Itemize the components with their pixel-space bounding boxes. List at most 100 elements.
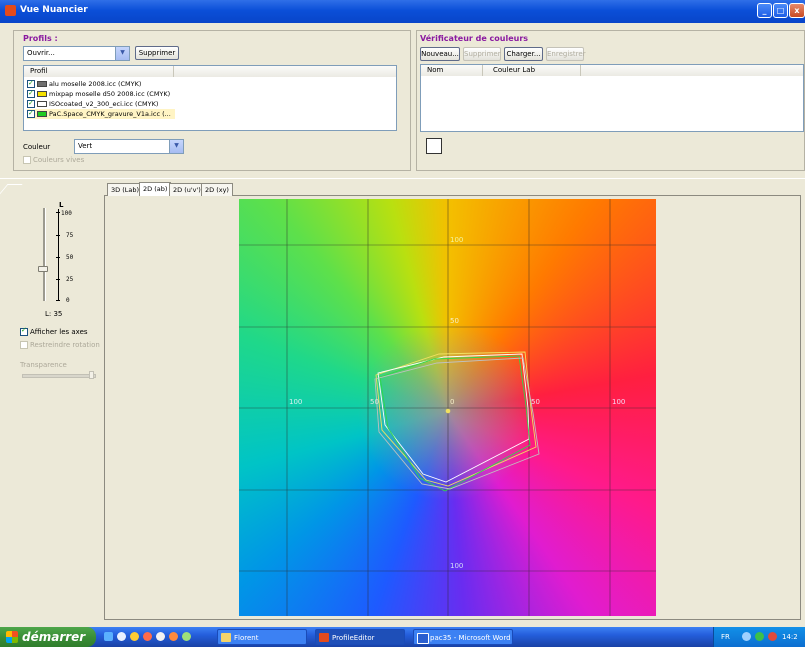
axis-label-right: 100 — [612, 398, 626, 406]
checker-column-filler — [581, 65, 803, 76]
title-bar: Vue Nuancier _ □ x — [0, 0, 805, 23]
plot-overlay — [239, 199, 656, 616]
l-scale-line — [58, 209, 59, 301]
taskbar: démarrer Florent ProfileEditor pac35 - M… — [0, 627, 805, 647]
chevron-down-icon[interactable]: ▼ — [169, 140, 183, 153]
minimize-button[interactable]: _ — [757, 3, 772, 18]
axis-label-top: 100 — [450, 236, 464, 244]
profile-row[interactable]: ISOcoated_v2_300_eci.icc (CMYK) — [27, 98, 158, 109]
profile-checkbox[interactable] — [27, 78, 35, 88]
gamut-outline-green — [379, 355, 531, 492]
color-label: Couleur — [23, 143, 51, 151]
color-combo-value: Vert — [78, 142, 93, 150]
gamut-outline-gray — [374, 357, 540, 490]
word-icon — [417, 633, 429, 644]
profile-row[interactable]: alu moselle 2008.icc (CMYK) — [27, 78, 142, 89]
gamut-outline-white — [377, 353, 530, 483]
l-tick-75: 75 — [66, 232, 74, 239]
quicklaunch-icon[interactable] — [143, 632, 152, 641]
axis-label-center: 0 — [450, 398, 455, 406]
axis-label-bottom: 100 — [450, 562, 464, 570]
chromaticity-plot[interactable]: 100 50 100 50 0 50 100 100 — [239, 199, 656, 616]
task-profileeditor[interactable]: ProfileEditor — [315, 629, 405, 645]
restrict-rotation-option: Restreindre rotation — [20, 341, 100, 349]
l-tick-50: 50 — [66, 254, 74, 261]
profiles-list[interactable]: Profil alu moselle 2008.icc (CMYK) mixpa… — [23, 65, 397, 131]
vivid-colors-option: Couleurs vives — [23, 156, 84, 164]
new-color-button[interactable]: Nouveau... — [420, 47, 460, 61]
color-checker-list[interactable]: Nom Couleur Lab — [420, 64, 804, 132]
l-value-readout: L: 35 — [45, 310, 63, 318]
profile-label: PaC.Space_CMYK_gravure_V1a.icc (... — [49, 110, 171, 118]
window-title: Vue Nuancier — [20, 5, 88, 15]
restrict-rotation-checkbox — [20, 341, 28, 349]
l-slider-track[interactable] — [43, 208, 46, 301]
show-axes-checkbox[interactable] — [20, 326, 28, 336]
gamut-outlines — [374, 351, 540, 492]
delete-profile-button[interactable]: Supprimer — [135, 46, 179, 60]
name-column-header[interactable]: Nom — [421, 65, 483, 76]
task-label: Florent — [234, 634, 259, 642]
save-colors-button: Enregistrer — [546, 47, 586, 61]
maximize-button[interactable]: □ — [773, 3, 788, 18]
axis-label-upper: 50 — [450, 317, 459, 325]
tab-2d-uv[interactable]: 2D (u'v') — [169, 183, 205, 196]
ie-icon[interactable] — [104, 632, 113, 641]
profile-checkbox[interactable] — [27, 98, 35, 108]
close-button[interactable]: x — [789, 3, 805, 18]
language-indicator[interactable]: FR — [721, 633, 730, 641]
l-slider-thumb[interactable] — [38, 266, 48, 273]
clock: 14:2 — [782, 633, 798, 641]
transparency-label: Transparence — [20, 361, 67, 369]
app-icon — [5, 5, 16, 16]
windows-flag-icon — [6, 631, 18, 643]
l-tick-mark — [56, 257, 60, 258]
load-colors-button[interactable]: Charger... — [504, 47, 543, 61]
show-axes-option[interactable]: Afficher les axes — [20, 326, 88, 336]
color-preview-swatch — [426, 138, 442, 154]
lab-column-header[interactable]: Couleur Lab — [483, 65, 581, 76]
profile-row[interactable]: mixpap moselle d50 2008.icc (CMYK) — [27, 88, 170, 99]
network-icon[interactable] — [742, 632, 751, 641]
transparency-slider — [22, 374, 96, 378]
profile-checkbox[interactable] — [27, 108, 35, 118]
task-florent[interactable]: Florent — [217, 629, 307, 645]
delete-color-button: Supprimer — [463, 47, 501, 61]
l-axis-label: L — [59, 201, 64, 209]
task-word[interactable]: pac35 - Microsoft Word — [413, 629, 513, 645]
white-point-marker — [445, 408, 451, 414]
vivid-colors-checkbox — [23, 156, 31, 164]
tab-2d-ab[interactable]: 2D (ab) — [139, 182, 172, 196]
axis-label-inner-left: 50 — [370, 398, 379, 406]
quicklaunch-icon[interactable] — [130, 632, 139, 641]
axis-label-inner-right: 50 — [531, 398, 540, 406]
transparency-slider-thumb — [89, 371, 94, 379]
app-icon — [319, 633, 329, 642]
tab-2d-xy[interactable]: 2D (xy) — [201, 183, 233, 196]
open-profile-combo-value: Ouvrir... — [27, 49, 55, 57]
quicklaunch-icon[interactable] — [117, 632, 126, 641]
profile-column-header[interactable]: Profil — [24, 66, 174, 77]
quicklaunch-icon[interactable] — [169, 632, 178, 641]
close-icon: x — [794, 6, 800, 15]
open-profile-combo[interactable]: Ouvrir... ▼ — [23, 46, 130, 61]
start-button[interactable]: démarrer — [0, 627, 96, 647]
task-label: ProfileEditor — [332, 634, 375, 642]
profile-checkbox[interactable] — [27, 88, 35, 98]
tab-3d-lab[interactable]: 3D (Lab) — [107, 183, 144, 196]
l-tick-25: 25 — [66, 276, 74, 283]
quicklaunch-icon[interactable] — [182, 632, 191, 641]
axis-label-left: 100 — [289, 398, 303, 406]
color-checker-title: Vérificateur de couleurs — [420, 34, 529, 43]
quicklaunch-icon[interactable] — [156, 632, 165, 641]
profile-row[interactable]: PaC.Space_CMYK_gravure_V1a.icc (... — [27, 108, 175, 119]
l-tick-mark — [56, 300, 60, 301]
color-combo[interactable]: Vert ▼ — [74, 139, 184, 154]
antivirus-icon[interactable] — [755, 632, 764, 641]
alert-icon[interactable] — [768, 632, 777, 641]
chevron-down-icon[interactable]: ▼ — [115, 47, 129, 60]
l-tick-mark — [56, 235, 60, 236]
profile-column-filler — [174, 66, 396, 77]
vivid-colors-label: Couleurs vives — [33, 156, 85, 164]
profile-label: alu moselle 2008.icc (CMYK) — [49, 80, 142, 88]
